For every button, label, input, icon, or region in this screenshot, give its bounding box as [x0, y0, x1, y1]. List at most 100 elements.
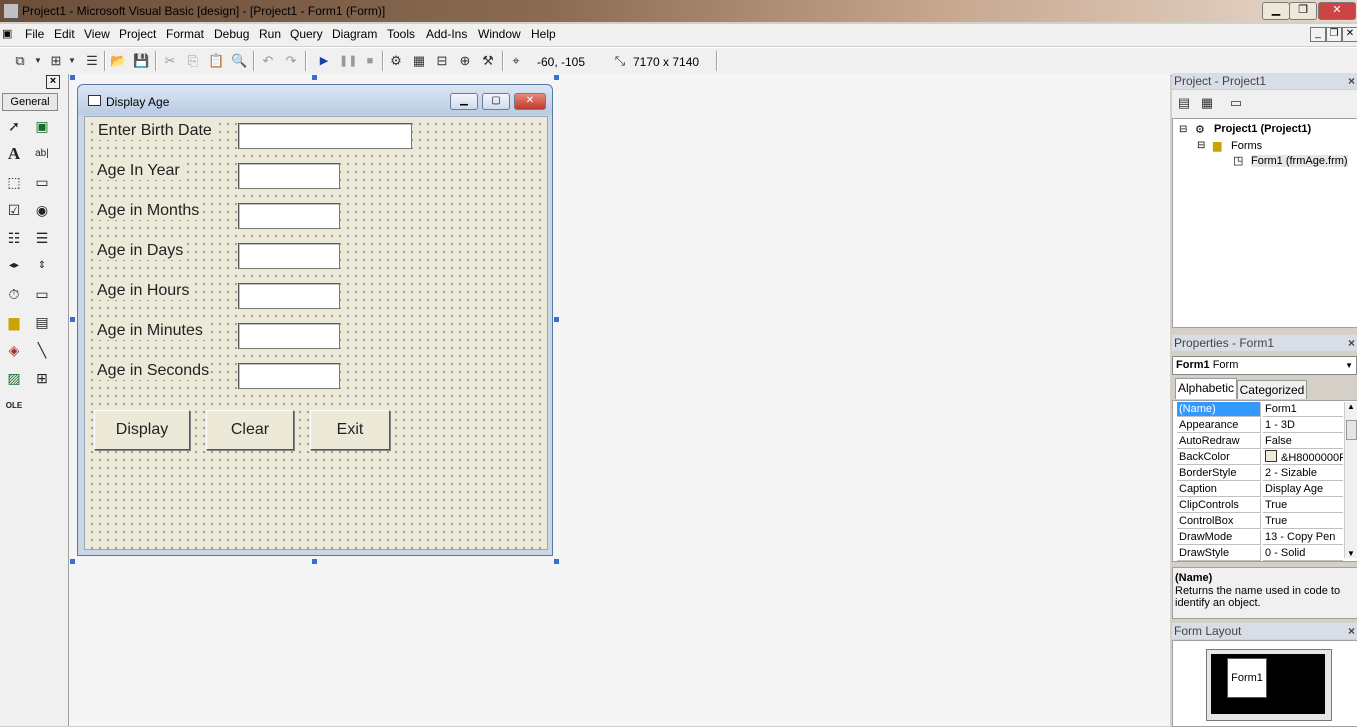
textbox-age-minutes[interactable] — [238, 323, 340, 349]
resize-handle[interactable] — [554, 559, 559, 564]
save-project-icon[interactable]: 💾 — [133, 53, 149, 69]
mdi-close-button[interactable]: ✕ — [1342, 27, 1357, 42]
checkbox-icon[interactable]: ☑ — [4, 200, 24, 220]
form-designer-window[interactable]: Display Age ▁ ▢ ✕ Enter Birth Date Age I… — [77, 84, 553, 556]
textbox-age-year[interactable] — [238, 163, 340, 189]
hscrollbar-icon[interactable]: ◂▸ — [4, 256, 24, 276]
textbox-icon[interactable]: ab| — [32, 144, 52, 164]
property-row[interactable]: AutoRedraw False — [1177, 434, 1343, 450]
menu-view[interactable]: View — [84, 27, 110, 41]
object-selector[interactable]: Form1 Form ▼ — [1172, 356, 1357, 375]
label-age-months[interactable]: Age in Months — [95, 202, 202, 220]
project-panel-close-icon[interactable]: × — [1346, 73, 1355, 89]
menu-add-ins[interactable]: Add-Ins — [426, 27, 467, 41]
menu-diagram[interactable]: Diagram — [332, 27, 377, 41]
menu-edit[interactable]: Edit — [54, 27, 75, 41]
form-layout-area[interactable]: Form1 — [1172, 640, 1357, 727]
property-value[interactable]: 0 - Solid — [1263, 546, 1343, 561]
exit-button[interactable]: Exit — [310, 410, 390, 450]
start-icon[interactable]: ▶ — [316, 53, 332, 69]
find-icon[interactable]: 🔍 — [231, 53, 247, 69]
drivelistbox-icon[interactable]: ▭ — [32, 284, 52, 304]
close-button[interactable]: ✕ — [1318, 2, 1356, 20]
frame-icon[interactable]: ⬚ — [4, 172, 24, 192]
dropdown-arrow-icon[interactable]: ▼ — [64, 53, 80, 69]
resize-handle[interactable] — [312, 75, 317, 80]
menu-tools[interactable]: Tools — [387, 27, 415, 41]
mdi-restore-button[interactable]: ❐ — [1326, 27, 1342, 42]
toolbox-close-button[interactable]: × — [46, 75, 60, 89]
label-age-days[interactable]: Age in Days — [95, 242, 186, 260]
form-maximize-button[interactable]: ▢ — [482, 93, 510, 110]
optionbutton-icon[interactable]: ◉ — [32, 200, 52, 220]
filelistbox-icon[interactable]: ▤ — [32, 312, 52, 332]
redo-icon[interactable]: ↷ — [283, 53, 299, 69]
label-birth-date[interactable]: Enter Birth Date — [96, 122, 214, 140]
dropdown-arrow-icon[interactable]: ▼ — [30, 53, 46, 69]
pointer-icon[interactable]: ➚ — [4, 116, 24, 136]
form-layout-close-icon[interactable]: × — [1346, 623, 1355, 639]
image-icon[interactable]: ▨ — [4, 368, 24, 388]
project-tree[interactable]: ⊟ ⚙ Project1 (Project1) ⊟ ▆ Forms ◳ Form… — [1172, 118, 1357, 328]
label-icon[interactable]: A — [4, 144, 24, 164]
view-object-icon[interactable]: ▦ — [1199, 95, 1215, 111]
textbox-age-days[interactable] — [238, 243, 340, 269]
property-value[interactable]: 13 - Copy Pen — [1263, 530, 1343, 545]
cut-icon[interactable]: ✂ — [162, 53, 178, 69]
view-code-icon[interactable]: ▤ — [1176, 95, 1192, 111]
picturebox-icon[interactable]: ▣ — [32, 116, 52, 136]
undo-icon[interactable]: ↶ — [260, 53, 276, 69]
minimize-button[interactable]: ▁ — [1262, 2, 1290, 20]
property-row[interactable]: Caption Display Age — [1177, 482, 1343, 498]
menu-help[interactable]: Help — [531, 27, 556, 41]
property-row[interactable]: (Name) Form1 — [1177, 402, 1343, 418]
copy-icon[interactable]: ⎘ — [185, 53, 201, 69]
scroll-down-icon[interactable]: ▼ — [1347, 549, 1355, 558]
vb-app-icon[interactable] — [3, 3, 19, 19]
data-icon[interactable]: ⊞ — [32, 368, 52, 388]
property-row[interactable]: DrawStyle 0 - Solid — [1177, 546, 1343, 562]
break-icon[interactable]: ❚❚ — [339, 53, 357, 69]
menu-editor-icon[interactable]: ☰ — [84, 53, 100, 69]
label-age-year[interactable]: Age In Year — [95, 162, 182, 180]
add-form-icon[interactable]: ⊞ — [48, 53, 64, 69]
resize-handle[interactable] — [70, 559, 75, 564]
display-button[interactable]: Display — [94, 410, 190, 450]
open-project-icon[interactable]: 📂 — [110, 53, 126, 69]
menu-file[interactable]: File — [25, 27, 44, 41]
property-value[interactable]: 1 - 3D — [1263, 418, 1343, 433]
shape-icon[interactable]: ◈ — [4, 340, 24, 360]
timer-icon[interactable]: ⏱ — [4, 284, 24, 304]
textbox-age-seconds[interactable] — [238, 363, 340, 389]
textbox-age-hours[interactable] — [238, 283, 340, 309]
menu-query[interactable]: Query — [290, 27, 323, 41]
label-age-hours[interactable]: Age in Hours — [95, 282, 192, 300]
tree-project-root[interactable]: Project1 (Project1) — [1214, 123, 1311, 135]
menu-run[interactable]: Run — [259, 27, 281, 41]
label-age-minutes[interactable]: Age in Minutes — [95, 322, 205, 340]
end-icon[interactable]: ■ — [362, 53, 378, 69]
tab-categorized[interactable]: Categorized — [1237, 380, 1307, 399]
menu-project[interactable]: Project — [119, 27, 156, 41]
property-value[interactable]: Display Age — [1263, 482, 1343, 497]
resize-handle[interactable] — [70, 75, 75, 80]
ole-icon[interactable]: OLE — [4, 396, 24, 416]
scroll-up-icon[interactable]: ▲ — [1347, 402, 1355, 411]
tree-form1-item[interactable]: Form1 (frmAge.frm) — [1251, 155, 1348, 167]
property-value[interactable]: True — [1263, 498, 1343, 513]
layout-form-preview[interactable]: Form1 — [1227, 658, 1267, 698]
toolbox-icon[interactable]: ⚒ — [480, 53, 496, 69]
property-value[interactable]: Form1 — [1263, 402, 1343, 417]
resize-handle[interactable] — [554, 317, 559, 322]
resize-handle[interactable] — [312, 559, 317, 564]
menu-window[interactable]: Window — [478, 27, 521, 41]
tree-forms-folder[interactable]: Forms — [1231, 140, 1262, 152]
project-explorer-icon[interactable]: ⚙ — [388, 53, 404, 69]
vscrollbar-icon[interactable]: ⇕ — [32, 256, 52, 276]
property-row[interactable]: ClipControls True — [1177, 498, 1343, 514]
restore-button[interactable]: ❐ — [1289, 2, 1317, 20]
property-value[interactable]: &H8000000F — [1263, 450, 1343, 465]
paste-icon[interactable]: 📋 — [208, 53, 224, 69]
collapse-root-icon[interactable]: ⊟ — [1179, 124, 1187, 135]
chevron-down-icon[interactable]: ▼ — [1345, 357, 1353, 374]
